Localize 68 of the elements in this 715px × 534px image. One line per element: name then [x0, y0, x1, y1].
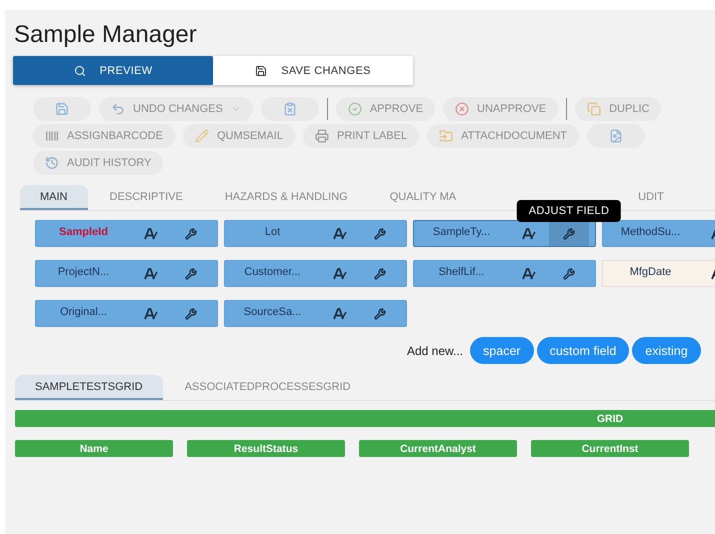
tab[interactable]: HAZARDS & HANDLING: [204, 185, 368, 210]
mode-tab[interactable]: PREVIEW: [13, 56, 213, 85]
column-header: CurrentInst: [531, 440, 689, 457]
tab[interactable]: ASSOCIATEDPROCESSESGRID: [164, 375, 371, 400]
font-edit-icon: [333, 306, 347, 320]
barcode-icon: [45, 129, 59, 143]
field-card[interactable]: SourceSa...: [224, 300, 407, 327]
field-label: Original...: [58, 305, 108, 318]
delete-icon: [282, 102, 297, 116]
font-edit-icon: [333, 226, 347, 240]
tooltip: ADJUST FIELD: [516, 200, 622, 222]
column-header: Name: [15, 440, 173, 457]
field-card[interactable]: MfgDate: [602, 260, 715, 287]
save-icon: [55, 102, 69, 116]
add-button[interactable]: spacer: [470, 337, 534, 364]
field-label: ProjectN...: [56, 265, 110, 278]
column-header: ResultStatus: [187, 440, 345, 457]
font-edit-icon: [144, 306, 158, 320]
tab[interactable]: MAIN: [20, 185, 88, 210]
wrench-icon: [185, 228, 197, 240]
printer-icon: [314, 129, 329, 143]
add-button[interactable]: existing: [632, 337, 701, 364]
font-edit-icon: [333, 266, 347, 280]
field-label: MethodSu...: [620, 225, 682, 238]
field-card[interactable]: Lot: [224, 220, 407, 247]
tab[interactable]: SAMPLETESTSGRID: [15, 375, 163, 400]
wrench-icon: [185, 308, 197, 320]
field-card[interactable]: Original...: [35, 300, 218, 327]
mode-tab[interactable]: SAVE CHANGES: [213, 56, 413, 85]
field-card[interactable]: ProjectN...: [35, 260, 218, 287]
tab[interactable]: DESCRIPTIVE: [90, 185, 203, 210]
field-label: SourceSa...: [242, 305, 302, 318]
field-card[interactable]: MethodSu...: [602, 220, 715, 247]
file-icon: [609, 129, 624, 143]
folder-icon: [439, 129, 454, 143]
wrench-icon: [563, 268, 575, 280]
field-label: Customer...: [243, 265, 302, 278]
font-edit-icon: [522, 266, 536, 280]
add-button[interactable]: custom field: [536, 337, 630, 364]
tab[interactable]: UDIT: [638, 185, 684, 210]
history-icon: [45, 156, 59, 170]
field-card[interactable]: SampleId: [35, 220, 218, 247]
column-header: CurrentAnalyst: [359, 440, 517, 457]
field-label: MfgDate: [628, 265, 672, 278]
add-new-label: Add new...: [407, 344, 464, 358]
page-title: Sample Manager: [13, 20, 198, 50]
grid-header: GRID: [15, 410, 715, 427]
wrench-icon: [185, 268, 197, 280]
field-label: Lot: [264, 225, 282, 238]
font-edit-icon: [522, 226, 536, 240]
font-edit-icon: [144, 226, 158, 240]
close-icon: [455, 102, 470, 116]
field-label: ShelfLif...: [438, 265, 486, 278]
pencil-icon: [194, 129, 209, 143]
field-label: SampleTy...: [432, 225, 492, 238]
field-card[interactable]: Customer...: [224, 260, 407, 287]
field-card[interactable]: ShelfLif...: [413, 260, 596, 287]
search-icon: [74, 64, 86, 76]
font-edit-icon: [144, 266, 158, 280]
save-icon: [255, 64, 268, 76]
field-label: SampleId: [58, 225, 109, 238]
undo-icon: [111, 102, 125, 116]
copy-icon: [587, 102, 602, 116]
wrench-icon: [563, 228, 575, 240]
check-icon: [348, 102, 362, 116]
wrench-icon: [374, 308, 386, 320]
wrench-icon: [374, 268, 386, 280]
wrench-icon: [374, 228, 386, 240]
